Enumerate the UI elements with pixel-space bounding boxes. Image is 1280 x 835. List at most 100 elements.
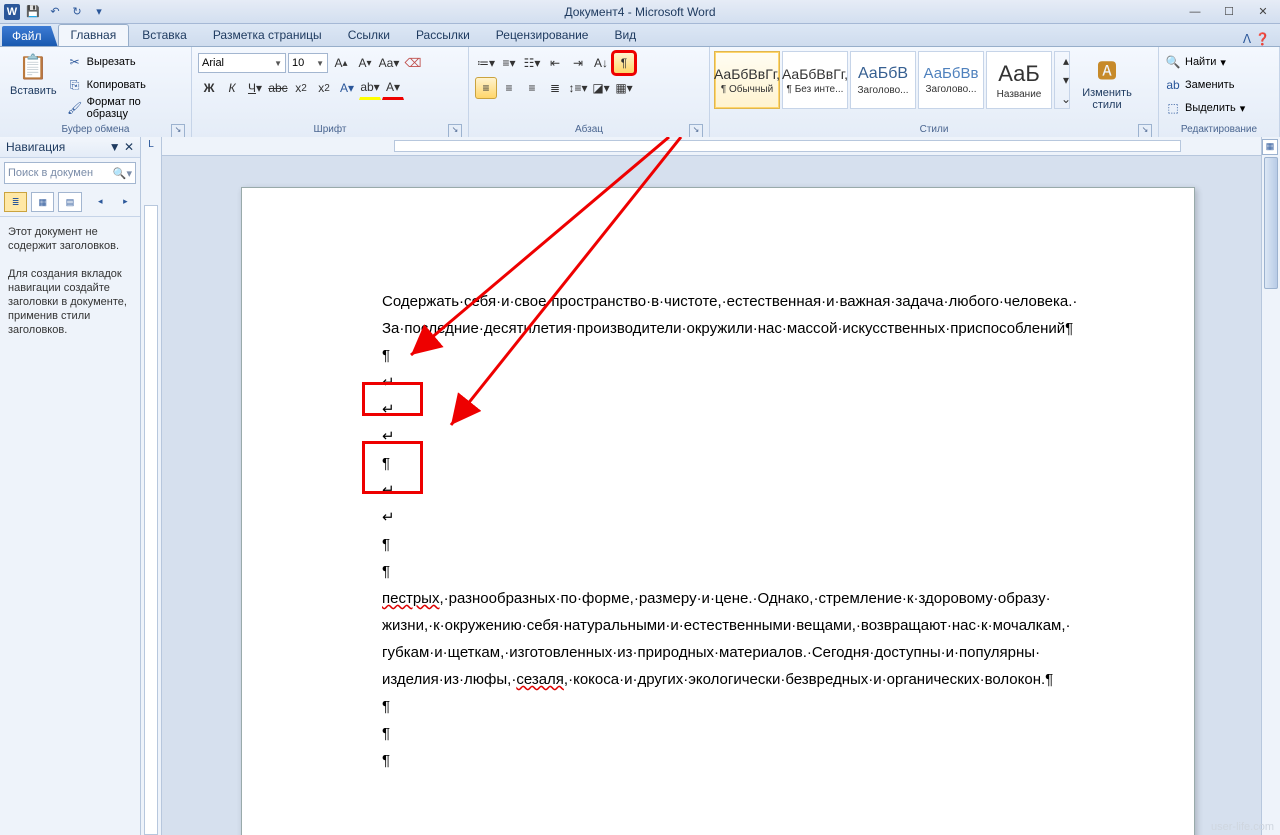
style-normal[interactable]: АаБбВвГг,¶ Обычный — [714, 51, 780, 109]
tab-insert[interactable]: Вставка — [129, 24, 200, 46]
font-color-button[interactable]: A▾ — [382, 76, 404, 100]
nav-view-results[interactable]: ▤ — [58, 192, 81, 212]
replace-button[interactable]: abЗаменить — [1163, 74, 1236, 96]
shading-button[interactable]: ◪▾ — [590, 77, 612, 99]
nav-menu-icon[interactable]: ▼ — [109, 140, 121, 154]
navigation-title: Навигация — [6, 140, 65, 154]
linebreak-mark: ↵ — [382, 477, 1124, 504]
change-case-button[interactable]: Aa▾ — [378, 52, 400, 74]
font-size-selector[interactable]: 10▼ — [288, 53, 328, 73]
style-title[interactable]: АаБНазвание — [986, 51, 1052, 109]
strike-button[interactable]: abc — [267, 77, 289, 99]
nav-view-pages[interactable]: ▦ — [31, 192, 54, 212]
nav-close-icon[interactable]: ✕ — [124, 140, 134, 154]
nav-empty-msg2: Для создания вкладок навигации создайте … — [8, 267, 132, 337]
justify-button[interactable]: ≣ — [544, 77, 566, 99]
increase-indent-button[interactable]: ⇥ — [567, 52, 589, 74]
qat-redo-icon[interactable]: ↻ — [68, 3, 86, 21]
show-hide-pilcrow-button[interactable]: ¶ — [613, 52, 635, 74]
superscript-button[interactable]: x2 — [313, 77, 335, 99]
find-button[interactable]: 🔍Найти▾ — [1163, 51, 1228, 73]
text-effects-button[interactable]: A▾ — [336, 77, 358, 99]
numbering-button[interactable]: ≡▾ — [498, 52, 520, 74]
linebreak-mark: ↵ — [382, 504, 1124, 531]
document-page[interactable]: Содержать·себя·и·свое·пространство·в·чис… — [241, 187, 1195, 835]
bold-button[interactable]: Ж — [198, 77, 220, 99]
pilcrow-mark: ¶ — [382, 720, 1124, 747]
scroll-thumb[interactable] — [1264, 157, 1278, 289]
pilcrow-mark: ¶ — [382, 342, 1124, 369]
tab-review[interactable]: Рецензирование — [483, 24, 602, 46]
watermark: user-life.com — [1211, 821, 1274, 833]
borders-button[interactable]: ▦▾ — [613, 77, 635, 99]
brush-icon: 🖌 — [67, 100, 83, 116]
qat-customize-icon[interactable]: ▾ — [90, 3, 108, 21]
linebreak-mark: ↵ — [382, 423, 1124, 450]
grow-font-button[interactable]: A▴ — [330, 52, 352, 74]
tab-view[interactable]: Вид — [601, 24, 649, 46]
multilevel-button[interactable]: ☷▾ — [521, 52, 543, 74]
search-icon: 🔍▾ — [113, 167, 132, 180]
paste-button[interactable]: 📋 Вставить — [4, 49, 63, 99]
tab-selector[interactable]: L — [141, 137, 162, 156]
highlight-button[interactable]: ab▾ — [359, 76, 381, 100]
clear-formatting-button[interactable]: ⌫ — [402, 52, 424, 74]
linebreak-mark: ↵ — [382, 396, 1124, 423]
format-painter-button[interactable]: 🖌Формат по образцу — [65, 97, 187, 119]
copy-button[interactable]: ⎘Копировать — [65, 74, 187, 96]
tab-home[interactable]: Главная — [58, 24, 130, 46]
underline-button[interactable]: Ч▾ — [244, 77, 266, 99]
navigation-pane: Навигация ▼ ✕ Поиск в докумен🔍▾ ≣ ▦ ▤ ◂ ▸… — [0, 137, 141, 835]
subscript-button[interactable]: x2 — [290, 77, 312, 99]
line-spacing-button[interactable]: ↕≡▾ — [567, 77, 589, 99]
nav-prev[interactable]: ◂ — [90, 192, 111, 210]
linebreak-mark: ↵ — [382, 369, 1124, 396]
minimize-button[interactable]: — — [1178, 1, 1212, 23]
paragraph-dialog-launcher[interactable]: ↘ — [689, 124, 703, 138]
font-name-selector[interactable]: Arial▼ — [198, 53, 286, 73]
annotation-box-2 — [362, 441, 423, 494]
style-heading1[interactable]: АаБбВЗаголово... — [850, 51, 916, 109]
tab-file[interactable]: Файл — [2, 26, 58, 46]
select-button[interactable]: ⬚Выделить▾ — [1163, 97, 1247, 119]
align-left-button[interactable]: ≡ — [475, 77, 497, 99]
horizontal-ruler[interactable] — [161, 137, 1262, 156]
vertical-scrollbar[interactable]: ▦ — [1261, 137, 1280, 835]
shrink-font-button[interactable]: A▾ — [354, 52, 376, 74]
align-right-button[interactable]: ≡ — [521, 77, 543, 99]
vertical-ruler[interactable] — [141, 155, 162, 835]
ribbon: 📋 Вставить ✂Вырезать ⎘Копировать 🖌Формат… — [0, 47, 1280, 140]
qat-save-icon[interactable]: 💾 — [24, 3, 42, 21]
italic-button[interactable]: К — [221, 77, 243, 99]
tab-mailings[interactable]: Рассылки — [403, 24, 483, 46]
find-icon: 🔍 — [1165, 54, 1181, 70]
style-heading2[interactable]: АаБбВвЗаголово... — [918, 51, 984, 109]
navigation-search-input[interactable]: Поиск в докумен🔍▾ — [4, 162, 136, 184]
font-dialog-launcher[interactable]: ↘ — [448, 124, 462, 138]
align-center-button[interactable]: ≡ — [498, 77, 520, 99]
nav-empty-msg1: Этот документ не содержит заголовков. — [8, 225, 132, 253]
change-styles-button[interactable]: 🅰 Изменить стили — [1072, 51, 1142, 113]
sort-button[interactable]: A↓ — [590, 52, 612, 74]
ruler-toggle-icon[interactable]: ▦ — [1262, 139, 1278, 155]
bullets-button[interactable]: ≔▾ — [475, 52, 497, 74]
maximize-button[interactable]: ☐ — [1212, 1, 1246, 23]
help-icon[interactable]: ❓ — [1255, 32, 1270, 46]
document-body[interactable]: Содержать·себя·и·свое·пространство·в·чис… — [382, 288, 1124, 774]
ribbon-tabs: Файл Главная Вставка Разметка страницы С… — [0, 24, 1280, 47]
ribbon-minimize-icon[interactable]: ᐱ — [1243, 32, 1251, 46]
change-styles-icon: 🅰 — [1091, 53, 1123, 85]
pilcrow-mark: ¶ — [382, 531, 1124, 558]
nav-view-headings[interactable]: ≣ — [4, 192, 27, 212]
clipboard-dialog-launcher[interactable]: ↘ — [171, 124, 185, 138]
tab-references[interactable]: Ссылки — [335, 24, 403, 46]
close-button[interactable]: ✕ — [1246, 1, 1280, 23]
qat-undo-icon[interactable]: ↶ — [46, 3, 64, 21]
tab-layout[interactable]: Разметка страницы — [200, 24, 335, 46]
decrease-indent-button[interactable]: ⇤ — [544, 52, 566, 74]
styles-dialog-launcher[interactable]: ↘ — [1138, 124, 1152, 138]
style-nospacing[interactable]: АаБбВвГг,¶ Без инте... — [782, 51, 848, 109]
cut-button[interactable]: ✂Вырезать — [65, 51, 187, 73]
replace-icon: ab — [1165, 77, 1181, 93]
nav-next[interactable]: ▸ — [115, 192, 136, 210]
